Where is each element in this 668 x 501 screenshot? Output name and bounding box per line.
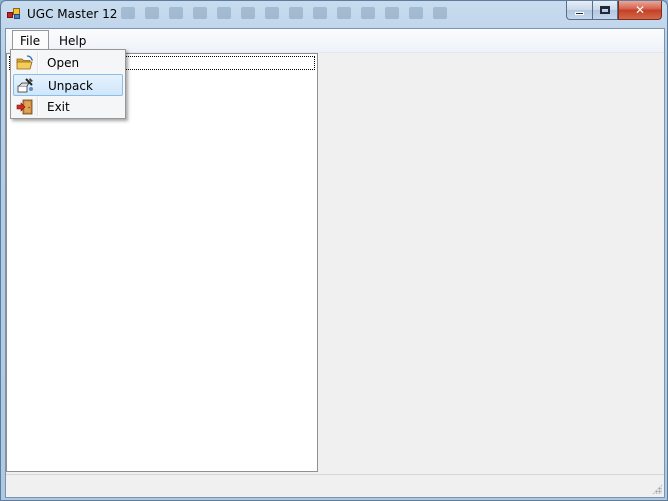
window-title: UGC Master 12 — [27, 7, 118, 21]
menu-item-exit[interactable]: Exit — [13, 96, 123, 118]
detail-panel — [318, 53, 664, 472]
background-toolbar-ghost — [121, 3, 541, 23]
menu-item-open-label: Open — [47, 56, 80, 70]
maximize-button[interactable] — [592, 1, 618, 20]
title-bar[interactable]: UGC Master 12 ✕ — [1, 1, 667, 28]
menu-help-label: Help — [59, 34, 87, 48]
menu-item-open[interactable]: Open — [13, 52, 123, 74]
caption-buttons: ✕ — [566, 1, 662, 20]
resize-grip-icon[interactable] — [652, 484, 662, 494]
menu-item-unpack-label: Unpack — [48, 79, 93, 93]
menu-help[interactable]: Help — [52, 31, 93, 51]
file-dropdown-menu: Open Unpack Exit — [10, 49, 126, 119]
close-button[interactable]: ✕ — [618, 1, 662, 20]
menu-file-label: File — [20, 34, 41, 48]
unpack-icon — [14, 74, 38, 96]
status-bar — [6, 474, 664, 497]
close-icon: ✕ — [634, 3, 646, 17]
folder-open-icon — [13, 52, 37, 74]
app-logo-icon — [7, 8, 21, 20]
menu-item-exit-label: Exit — [47, 100, 70, 114]
maximize-icon — [600, 6, 610, 14]
minimize-button[interactable] — [566, 1, 592, 20]
minimize-icon — [575, 11, 584, 15]
menu-item-unpack[interactable]: Unpack — [13, 74, 123, 96]
exit-door-icon — [13, 96, 37, 118]
